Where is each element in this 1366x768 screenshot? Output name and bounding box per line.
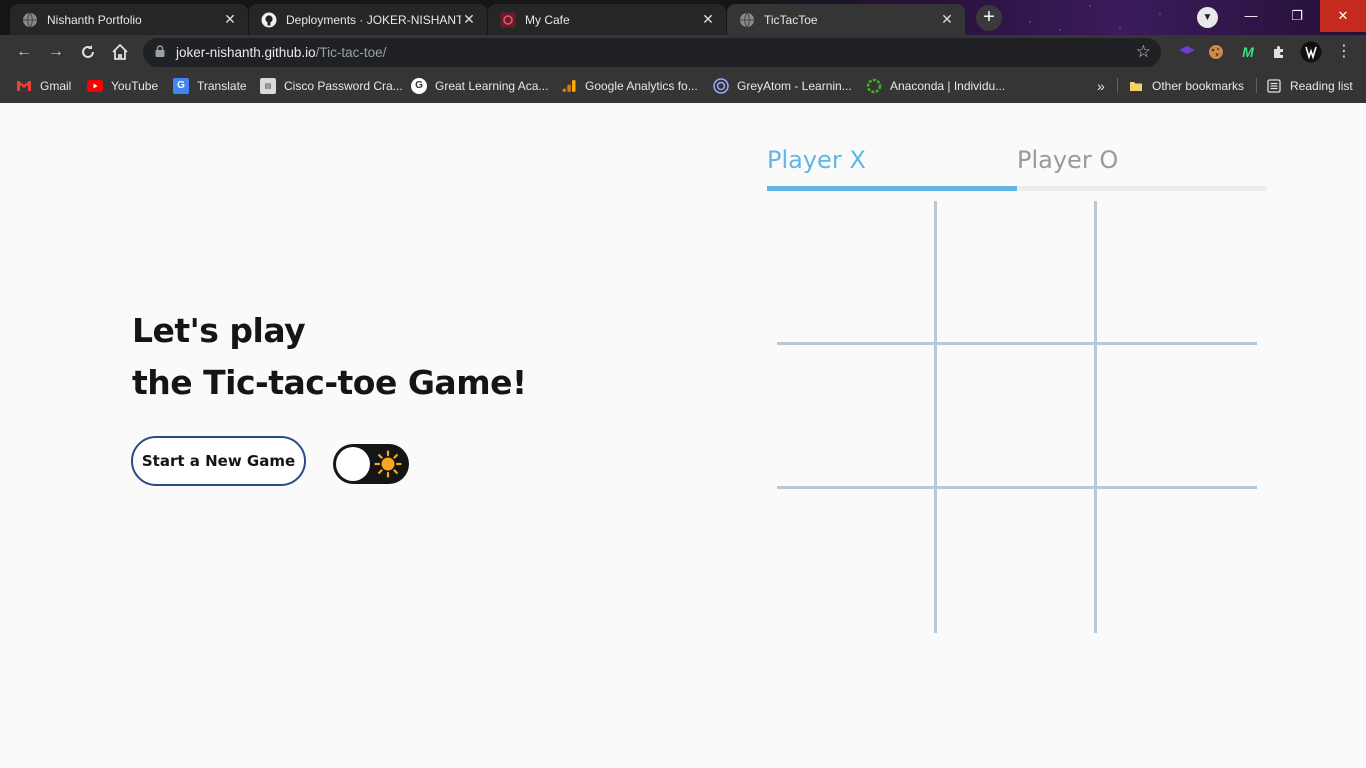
browser-tab-tictactoe[interactable]: TicTacToe ✕ (727, 4, 965, 35)
board-cell-7[interactable] (777, 489, 937, 633)
browser-tab-deployments[interactable]: Deployments · JOKER-NISHANTH ✕ (249, 4, 487, 35)
cookie-icon[interactable] (1205, 41, 1227, 63)
board-cell-9[interactable] (1097, 489, 1257, 633)
bookmarks-bar: Gmail YouTube G Translate ▤ Cisco Passwo… (0, 70, 1366, 101)
forward-icon[interactable]: → (44, 40, 68, 64)
close-icon[interactable]: ✕ (939, 11, 955, 28)
youtube-icon (87, 78, 103, 94)
tab-player-o[interactable]: Player O (1017, 143, 1267, 191)
player-tabs: Player X Player O (767, 143, 1267, 191)
bookmark-great-learning[interactable]: G Great Learning Aca... (411, 76, 548, 95)
globe-icon (22, 12, 38, 28)
bookmark-label: Reading list (1290, 78, 1353, 93)
globe-icon (739, 12, 755, 28)
bookmark-label: GreyAtom - Learnin... (737, 78, 852, 93)
bookmark-label: Gmail (40, 78, 72, 93)
grid-line-horizontal-2 (777, 486, 1257, 489)
board-cell-6[interactable] (1097, 345, 1257, 489)
board-cell-4[interactable] (777, 345, 937, 489)
board-cell-5[interactable] (937, 345, 1097, 489)
player-x-label: Player X (767, 146, 866, 174)
cafe-icon (500, 12, 516, 28)
folder-icon (1128, 78, 1144, 94)
m-extension-icon[interactable]: M (1237, 41, 1259, 63)
bookmark-google-analytics[interactable]: Google Analytics fo... (561, 76, 698, 95)
board-cell-3[interactable] (1097, 201, 1257, 345)
theme-toggle[interactable] (333, 444, 409, 484)
profile-avatar-icon[interactable] (1300, 41, 1322, 63)
start-new-game-button[interactable]: Start a New Game (131, 436, 306, 486)
close-icon[interactable]: ✕ (461, 11, 477, 28)
url-text: joker-nishanth.github.io/Tic-tac-toe/ (176, 45, 387, 60)
board-cell-1[interactable] (777, 201, 937, 345)
extension-hat-icon[interactable] (1176, 41, 1198, 63)
player-o-label: Player O (1017, 146, 1119, 174)
grid-line-vertical-2 (1094, 201, 1097, 633)
back-icon[interactable]: ← (12, 40, 36, 64)
grid-line-vertical-1 (934, 201, 937, 633)
bookmark-youtube[interactable]: YouTube (87, 76, 158, 95)
address-bar[interactable]: joker-nishanth.github.io/Tic-tac-toe/ ☆ (143, 38, 1161, 67)
reading-list-icon (1266, 78, 1282, 94)
bookmark-label: Translate (197, 78, 247, 93)
grid-line-horizontal-1 (777, 342, 1257, 345)
close-icon[interactable]: ✕ (700, 11, 716, 28)
bookmark-label: Google Analytics fo... (585, 78, 698, 93)
bookmark-label: YouTube (111, 78, 159, 93)
tab-search-icon[interactable]: ▼ (1197, 7, 1218, 28)
browser-titlebar: Nishanth Portfolio ✕ Deployments · JOKER… (0, 0, 1366, 35)
tab-player-x[interactable]: Player X (767, 143, 1017, 191)
heading-line-2: the Tic-tac-toe Game! (132, 363, 527, 402)
bookmark-greyatom[interactable]: GreyAtom - Learnin... (713, 76, 852, 95)
tictactoe-page: Let's play the Tic-tac-toe Game! Start a… (0, 103, 1366, 768)
tab-title: My Cafe (525, 12, 570, 27)
bookmark-gmail[interactable]: Gmail (16, 76, 71, 95)
board-cell-8[interactable] (937, 489, 1097, 633)
reading-list-button[interactable]: Reading list (1266, 76, 1353, 95)
bookmark-label: Anaconda | Individu... (890, 78, 1006, 93)
bookmark-cisco[interactable]: ▤ Cisco Password Cra... (260, 76, 403, 95)
game-board (777, 201, 1257, 633)
bookmark-anaconda[interactable]: Anaconda | Individu... (866, 76, 1005, 95)
more-menu-icon[interactable]: ⋮ (1333, 41, 1355, 63)
bookmark-translate[interactable]: G Translate (173, 76, 247, 95)
analytics-icon (561, 78, 577, 94)
bookmark-label: Other bookmarks (1152, 78, 1245, 93)
page-title: Let's play the Tic-tac-toe Game! (132, 305, 527, 409)
reload-icon[interactable] (76, 40, 100, 64)
github-icon (261, 12, 277, 28)
greyatom-icon (713, 77, 729, 94)
player-o-indicator (1017, 186, 1267, 191)
sun-icon (374, 450, 402, 478)
anaconda-icon (866, 78, 882, 94)
bookmarks-overflow-button[interactable]: » (1097, 76, 1105, 95)
great-learning-icon: G (411, 77, 427, 94)
tab-title: TicTacToe (764, 12, 818, 27)
puzzle-icon[interactable] (1268, 41, 1290, 63)
minimize-icon[interactable]: — (1228, 0, 1274, 32)
player-x-indicator (767, 186, 1017, 191)
bookmark-label: Cisco Password Cra... (284, 78, 403, 93)
bookmark-label: Great Learning Aca... (435, 78, 549, 93)
board-cell-2[interactable] (937, 201, 1097, 345)
other-bookmarks-folder[interactable]: Other bookmarks (1128, 76, 1244, 95)
gmail-icon (16, 78, 32, 94)
home-icon[interactable] (108, 40, 132, 64)
browser-tab-my-cafe[interactable]: My Cafe ✕ (488, 4, 726, 35)
close-icon[interactable]: ✕ (222, 11, 238, 28)
translate-icon: G (173, 77, 189, 94)
new-tab-button[interactable]: + (976, 5, 1002, 31)
lock-icon (155, 45, 165, 57)
restore-icon[interactable]: ❐ (1274, 0, 1320, 32)
tab-title: Deployments · JOKER-NISHANTH (286, 12, 461, 27)
browser-toolbar: ← → joker-nishanth.github.io/Tic-tac-toe… (0, 35, 1366, 100)
bookmark-star-icon[interactable]: ☆ (1136, 42, 1151, 62)
window-close-icon[interactable]: ✕ (1320, 0, 1366, 32)
toggle-knob (336, 447, 370, 481)
cisco-icon: ▤ (260, 77, 276, 94)
tab-title: Nishanth Portfolio (47, 12, 142, 27)
browser-tab-nishanth-portfolio[interactable]: Nishanth Portfolio ✕ (10, 4, 248, 35)
heading-line-1: Let's play (132, 311, 306, 350)
